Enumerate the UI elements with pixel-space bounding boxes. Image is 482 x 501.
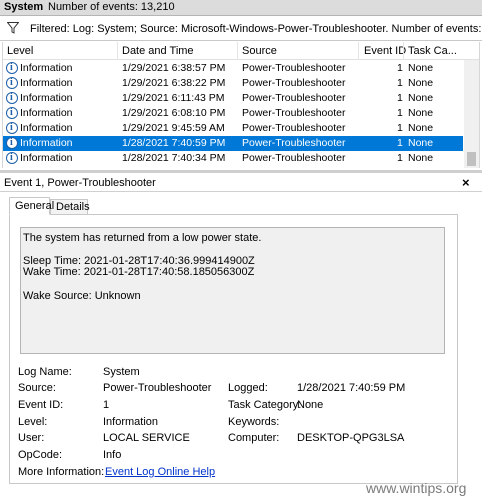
user-label: User: [18,432,45,444]
task-category-value: None [297,399,324,411]
filter-bar: Filtered: Log: System; Source: Microsoft… [0,17,482,41]
tab-general[interactable]: General [9,197,54,215]
information-icon [6,122,18,134]
cell-source: Power-Troubleshooter [242,152,346,164]
table-row[interactable]: Information 1/29/2021 6:38:22 PM Power-Tro… [3,76,463,91]
table-header: Level Date and Time Source Event ID Task… [3,42,479,60]
cell-source: Power-Troubleshooter [242,92,346,104]
vertical-scrollbar[interactable] [464,60,479,168]
event-detail-title: Event 1, Power-Troubleshooter [4,177,156,189]
cell-date-time: 1/29/2021 9:45:59 AM [122,122,225,134]
column-date-time[interactable]: Date and Time [122,45,194,57]
logged-label: Logged: [228,382,268,394]
cell-level: Information [20,77,73,89]
events-table[interactable]: Level Date and Time Source Event ID Task… [2,42,480,168]
information-icon [6,137,18,149]
cell-date-time: 1/29/2021 6:11:43 PM [122,92,225,104]
cell-date-time: 1/28/2021 7:40:59 PM [122,137,226,149]
cell-event-id: 1 [397,92,403,104]
cell-date-time: 1/29/2021 6:08:10 PM [122,107,226,119]
information-icon [6,107,18,119]
cell-task-category: None [408,77,434,89]
message-line: Wake Source: Unknown [23,290,141,302]
table-row[interactable]: Information 1/29/2021 6:08:10 PM Power-Tro… [3,106,463,121]
column-source[interactable]: Source [242,45,277,57]
cell-level: Information [20,122,73,134]
cell-source: Power-Troubleshooter [242,137,346,149]
cell-event-id: 1 [397,137,403,149]
table-row[interactable]: Information 1/29/2021 9:45:59 AM Power-Tro… [3,121,463,136]
level-value: Information [103,416,159,428]
filter-description: Filtered: Log: System; Source: Microsoft… [30,23,482,35]
cell-source: Power-Troubleshooter [242,77,346,89]
title-bar: System Number of events: 13,210 [0,0,482,16]
event-detail-header: Event 1, Power-Troubleshooter × [0,174,482,192]
cell-date-time: 1/29/2021 6:38:22 PM [122,77,226,89]
cell-event-id: 1 [397,122,403,134]
log-name-title: System [4,1,44,13]
event-id-value: 1 [103,399,110,411]
information-icon [6,77,18,89]
cell-event-id: 1 [397,152,403,164]
cell-level: Information [20,107,73,119]
user-value: LOCAL SERVICE [103,432,190,444]
table-row[interactable]: Information 1/29/2021 6:38:57 PM Power-Tro… [3,61,463,76]
column-task-category[interactable]: Task Ca... [408,45,457,57]
keywords-label: Keywords: [228,416,280,428]
task-category-label: Task Category: [228,399,302,411]
source-value: Power-Troubleshooter [103,382,212,394]
cell-date-time: 1/28/2021 7:40:34 PM [122,152,226,164]
more-information-label: More Information: [18,466,105,478]
tab-details[interactable]: Details [50,199,90,215]
cell-event-id: 1 [397,107,403,119]
cell-task-category: None [408,107,434,119]
watermark: www.wintips.org [366,480,467,496]
close-icon[interactable]: × [462,175,470,190]
cell-task-category: None [408,137,434,149]
computer-label: Computer: [228,432,280,444]
filter-funnel-icon[interactable] [7,22,19,34]
information-icon [6,92,18,104]
cell-task-category: None [408,62,434,74]
opcode-value: Info [103,449,122,461]
table-row[interactable]: Information 1/29/2021 6:11:43 PM Power-Tro… [3,91,463,106]
cell-date-time: 1/29/2021 6:38:57 PM [122,62,226,74]
opcode-label: OpCode: [18,449,63,461]
cell-event-id: 1 [397,77,403,89]
pane-splitter[interactable] [0,170,482,173]
event-id-label: Event ID: [18,399,64,411]
cell-event-id: 1 [397,62,403,74]
level-label: Level: [18,416,48,428]
cell-source: Power-Troubleshooter [242,122,346,134]
source-label: Source: [18,382,56,394]
scrollbar-thumb[interactable] [467,152,476,166]
cell-source: Power-Troubleshooter [242,107,346,119]
column-event-id[interactable]: Event ID [364,45,406,57]
logged-value: 1/28/2021 7:40:59 PM [297,382,406,394]
computer-value: DESKTOP-QPG3LSA [297,432,405,444]
cell-task-category: None [408,152,434,164]
cell-level: Information [20,92,73,104]
event-message-box[interactable]: The system has returned from a low power… [20,227,445,354]
cell-level: Information [20,62,73,74]
event-count: Number of events: 13,210 [48,1,175,13]
column-level[interactable]: Level [7,45,33,57]
table-row[interactable]: Information 1/28/2021 7:40:34 PM Power-Tro… [3,151,463,166]
event-log-online-help-link[interactable]: Event Log Online Help [105,466,215,478]
cell-task-category: None [408,92,434,104]
information-icon [6,152,18,164]
message-line: Wake Time: 2021-01-28T17:40:58.185056300… [23,266,255,278]
table-row-selected[interactable]: Information 1/28/2021 7:40:59 PM Power-Tro… [3,136,463,151]
cell-level: Information [20,152,73,164]
message-line: The system has returned from a low power… [23,232,262,244]
cell-task-category: None [408,122,434,134]
log-name-value: System [103,366,140,378]
information-icon [6,62,18,74]
cell-source: Power-Troubleshooter [242,62,346,74]
cell-level: Information [20,137,73,149]
log-name-label: Log Name: [18,366,72,378]
